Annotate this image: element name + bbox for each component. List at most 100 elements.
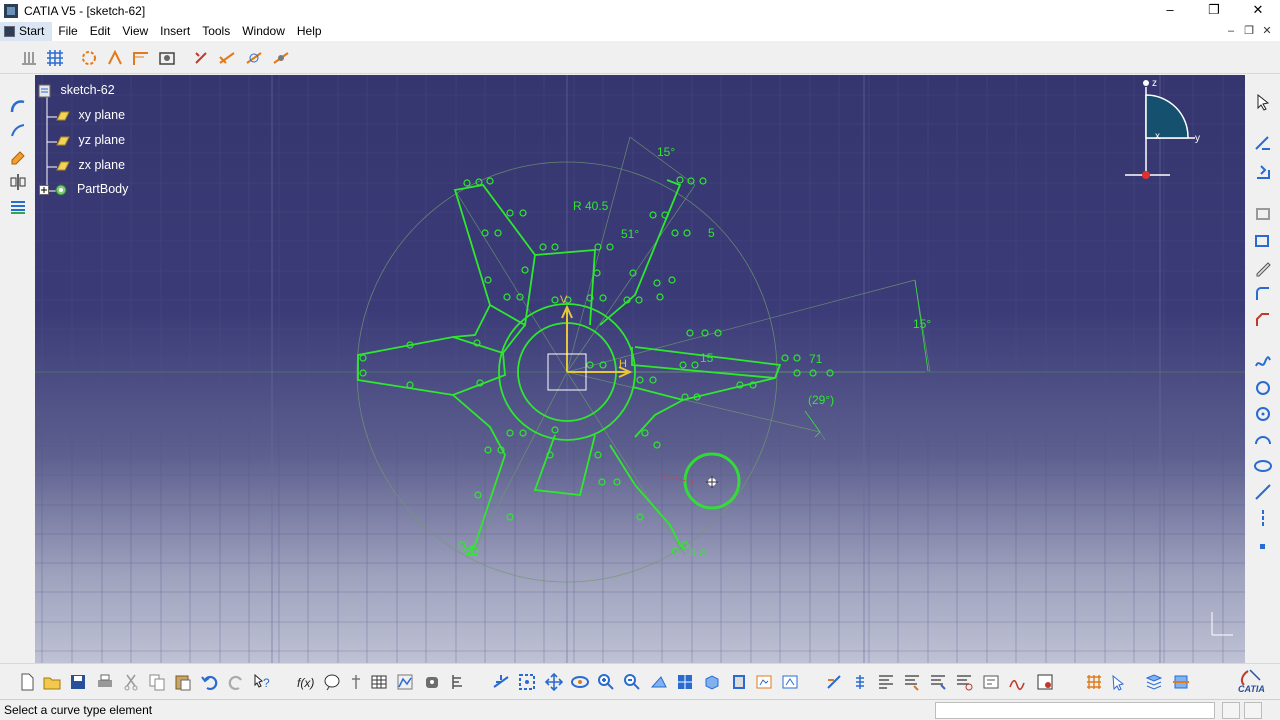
undo-icon[interactable] (199, 671, 221, 693)
doc-restore-button[interactable]: ❐ (1240, 22, 1258, 41)
text-annotation-icon[interactable] (875, 671, 897, 693)
minimize-button[interactable]: – (1148, 0, 1192, 22)
restore-button[interactable]: ❐ (1192, 0, 1236, 22)
sketch-viewport[interactable]: V H R 40.5 15° 51° 5 15 71 15° (29°) 6.3 (35, 75, 1245, 663)
status-options-button[interactable] (1222, 702, 1240, 719)
doc-close-button[interactable]: ✕ (1258, 22, 1276, 41)
pencil-icon[interactable] (1252, 257, 1274, 279)
image-capture-icon[interactable] (1034, 671, 1056, 693)
tree-item-xy-plane[interactable]: xy plane (55, 108, 125, 122)
sketch-tools-icon[interactable] (823, 671, 845, 693)
new-file-icon[interactable] (16, 671, 38, 693)
cut-icon[interactable] (120, 671, 142, 693)
fit-all-in-icon[interactable] (516, 671, 538, 693)
dimension-radius[interactable]: R 40.5 (573, 199, 609, 213)
copy-icon[interactable] (146, 671, 168, 693)
cutting-plane-icon[interactable] (1170, 671, 1192, 693)
circle-3pt-icon[interactable] (1252, 377, 1274, 399)
formula-icon[interactable]: f(x) (295, 671, 317, 693)
tree-item-yz-plane[interactable]: yz plane (55, 133, 125, 147)
mirror-icon[interactable] (7, 171, 29, 193)
auto-constraint-icon[interactable] (243, 47, 265, 69)
whats-this-help-icon[interactable]: ? (251, 671, 273, 693)
sketch-profile[interactable] (357, 179, 782, 556)
menu-file[interactable]: File (52, 22, 83, 41)
measure-icon[interactable] (421, 671, 443, 693)
measure-item-icon[interactable] (447, 671, 469, 693)
paste-icon[interactable] (172, 671, 194, 693)
grid-display-icon[interactable] (1083, 671, 1105, 693)
menu-tools[interactable]: Tools (196, 22, 236, 41)
tree-item-partbody[interactable]: PartBody (39, 182, 128, 198)
dimension-angle-top[interactable]: 15° (657, 145, 675, 159)
swap-space-icon[interactable] (779, 671, 801, 693)
circle-icon[interactable] (1252, 403, 1274, 425)
open-folder-icon[interactable] (41, 671, 63, 693)
pan-icon[interactable] (543, 671, 565, 693)
snap-to-point-icon[interactable] (18, 47, 40, 69)
geometric-constraints-icon[interactable] (104, 47, 126, 69)
menu-edit[interactable]: Edit (84, 22, 117, 41)
catalog-icon[interactable] (394, 671, 416, 693)
profile-icon[interactable] (1252, 203, 1274, 225)
grid-icon[interactable] (44, 47, 66, 69)
hide-show-icon[interactable] (753, 671, 775, 693)
menu-insert[interactable]: Insert (154, 22, 196, 41)
construction-element-icon[interactable] (78, 47, 100, 69)
spline-icon[interactable] (1252, 351, 1274, 373)
knowledge-advisor-icon[interactable] (321, 671, 343, 693)
status-stop-button[interactable] (1244, 702, 1262, 719)
tree-item-zx-plane[interactable]: zx plane (55, 158, 125, 172)
note-icon[interactable] (901, 671, 923, 693)
power-input-field[interactable] (935, 702, 1215, 719)
chamfer-icon[interactable] (1252, 309, 1274, 331)
layers-icon[interactable] (7, 195, 29, 217)
dimension-angle-51[interactable]: 51° (621, 227, 639, 241)
save-icon[interactable] (67, 671, 89, 693)
fix-together-icon[interactable] (216, 47, 238, 69)
print-icon[interactable] (94, 671, 116, 693)
start-menu[interactable]: Start (0, 22, 53, 41)
compass-widget[interactable]: z x y (1125, 78, 1200, 179)
dimension-29[interactable]: (29°) (808, 393, 834, 407)
constraint-icon[interactable] (190, 47, 212, 69)
doc-minimize-button[interactable]: – (1222, 22, 1240, 41)
redo-icon[interactable] (225, 671, 247, 693)
dimensional-constraints-icon[interactable] (130, 47, 152, 69)
rectangle-icon[interactable] (1252, 231, 1274, 253)
select-arrow-icon[interactable] (1252, 91, 1274, 113)
sketch-icon[interactable] (7, 119, 29, 141)
arc-icon[interactable] (1252, 429, 1274, 451)
layer-filter-icon[interactable] (1143, 671, 1165, 693)
sketch-canvas[interactable]: V H R 40.5 15° 51° 5 15 71 15° (29°) 6.3 (35, 75, 1245, 663)
iso-view-icon[interactable] (701, 671, 723, 693)
dimension-71[interactable]: 71 (809, 352, 823, 366)
rotate-icon[interactable] (569, 671, 591, 693)
output-feature-icon[interactable] (849, 671, 871, 693)
multi-view-icon[interactable] (674, 671, 696, 693)
tolerance-icon[interactable] (953, 671, 975, 693)
animate-constraint-icon[interactable] (270, 47, 292, 69)
exit-sketch-icon[interactable] (1252, 161, 1274, 183)
flag-note-icon[interactable] (927, 671, 949, 693)
point-icon[interactable] (1252, 535, 1274, 557)
ellipse-icon[interactable] (1252, 455, 1274, 477)
exit-workbench-icon[interactable] (7, 95, 29, 117)
menu-help[interactable]: Help (291, 22, 328, 41)
dimension-15-small[interactable]: 15 (700, 351, 714, 365)
tree-root-item[interactable]: sketch-62 (37, 83, 115, 99)
sketcher-icon[interactable] (1252, 133, 1274, 155)
datum-icon[interactable] (980, 671, 1002, 693)
line-icon[interactable] (1252, 481, 1274, 503)
menu-view[interactable]: View (116, 22, 154, 41)
eraser-icon[interactable] (7, 145, 29, 167)
menu-window[interactable]: Window (236, 22, 291, 41)
sketch-analysis-icon[interactable] (156, 47, 178, 69)
zoom-out-icon[interactable] (621, 671, 643, 693)
select-trap-icon[interactable] (1109, 671, 1131, 693)
zoom-in-icon[interactable] (595, 671, 617, 693)
dimension-bottom[interactable]: 6.3 (690, 547, 705, 559)
axis-icon[interactable] (1252, 507, 1274, 529)
close-button[interactable]: ✕ (1236, 0, 1280, 22)
normal-view-icon[interactable] (648, 671, 670, 693)
